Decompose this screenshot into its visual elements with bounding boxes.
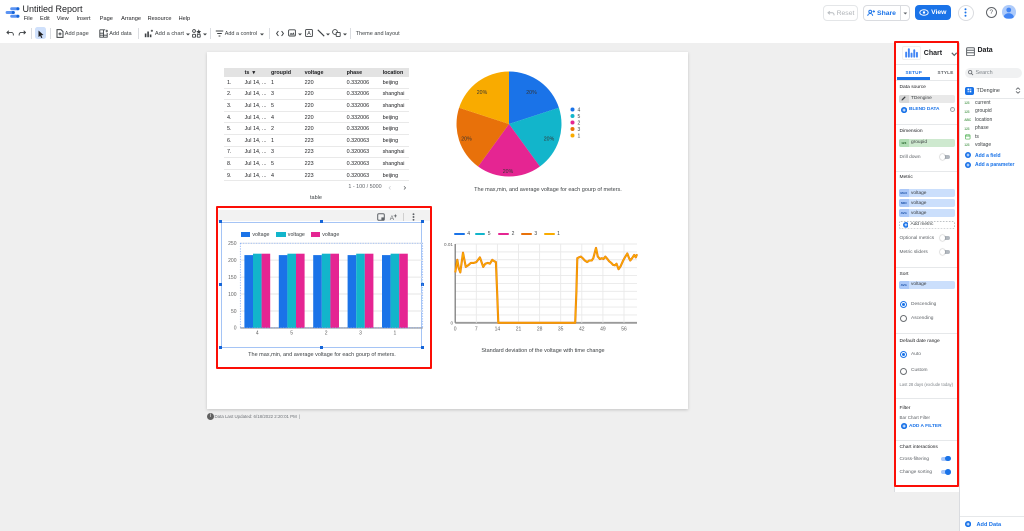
svg-text:3: 3 bbox=[578, 127, 581, 133]
svg-text:20%: 20% bbox=[544, 137, 555, 143]
svg-text:A: A bbox=[307, 31, 311, 37]
svg-text:7: 7 bbox=[475, 327, 478, 333]
svg-text:20%: 20% bbox=[477, 90, 488, 96]
svg-text:20%: 20% bbox=[461, 137, 472, 143]
svg-text:28: 28 bbox=[537, 327, 543, 333]
svg-text:5: 5 bbox=[578, 114, 581, 120]
svg-text:56: 56 bbox=[621, 327, 627, 333]
svg-text:14: 14 bbox=[495, 327, 501, 333]
svg-text:2: 2 bbox=[578, 121, 581, 127]
svg-text:49: 49 bbox=[600, 327, 606, 333]
svg-text:0: 0 bbox=[454, 327, 457, 333]
svg-text:35: 35 bbox=[558, 327, 564, 333]
svg-text:4: 4 bbox=[578, 108, 581, 114]
svg-text:21: 21 bbox=[516, 327, 522, 333]
svg-text:0.01: 0.01 bbox=[444, 242, 453, 247]
svg-text:1: 1 bbox=[578, 134, 581, 140]
svg-text:0: 0 bbox=[450, 321, 453, 326]
svg-text:20%: 20% bbox=[526, 90, 537, 96]
svg-text:20%: 20% bbox=[503, 169, 514, 175]
svg-text:42: 42 bbox=[579, 327, 585, 333]
